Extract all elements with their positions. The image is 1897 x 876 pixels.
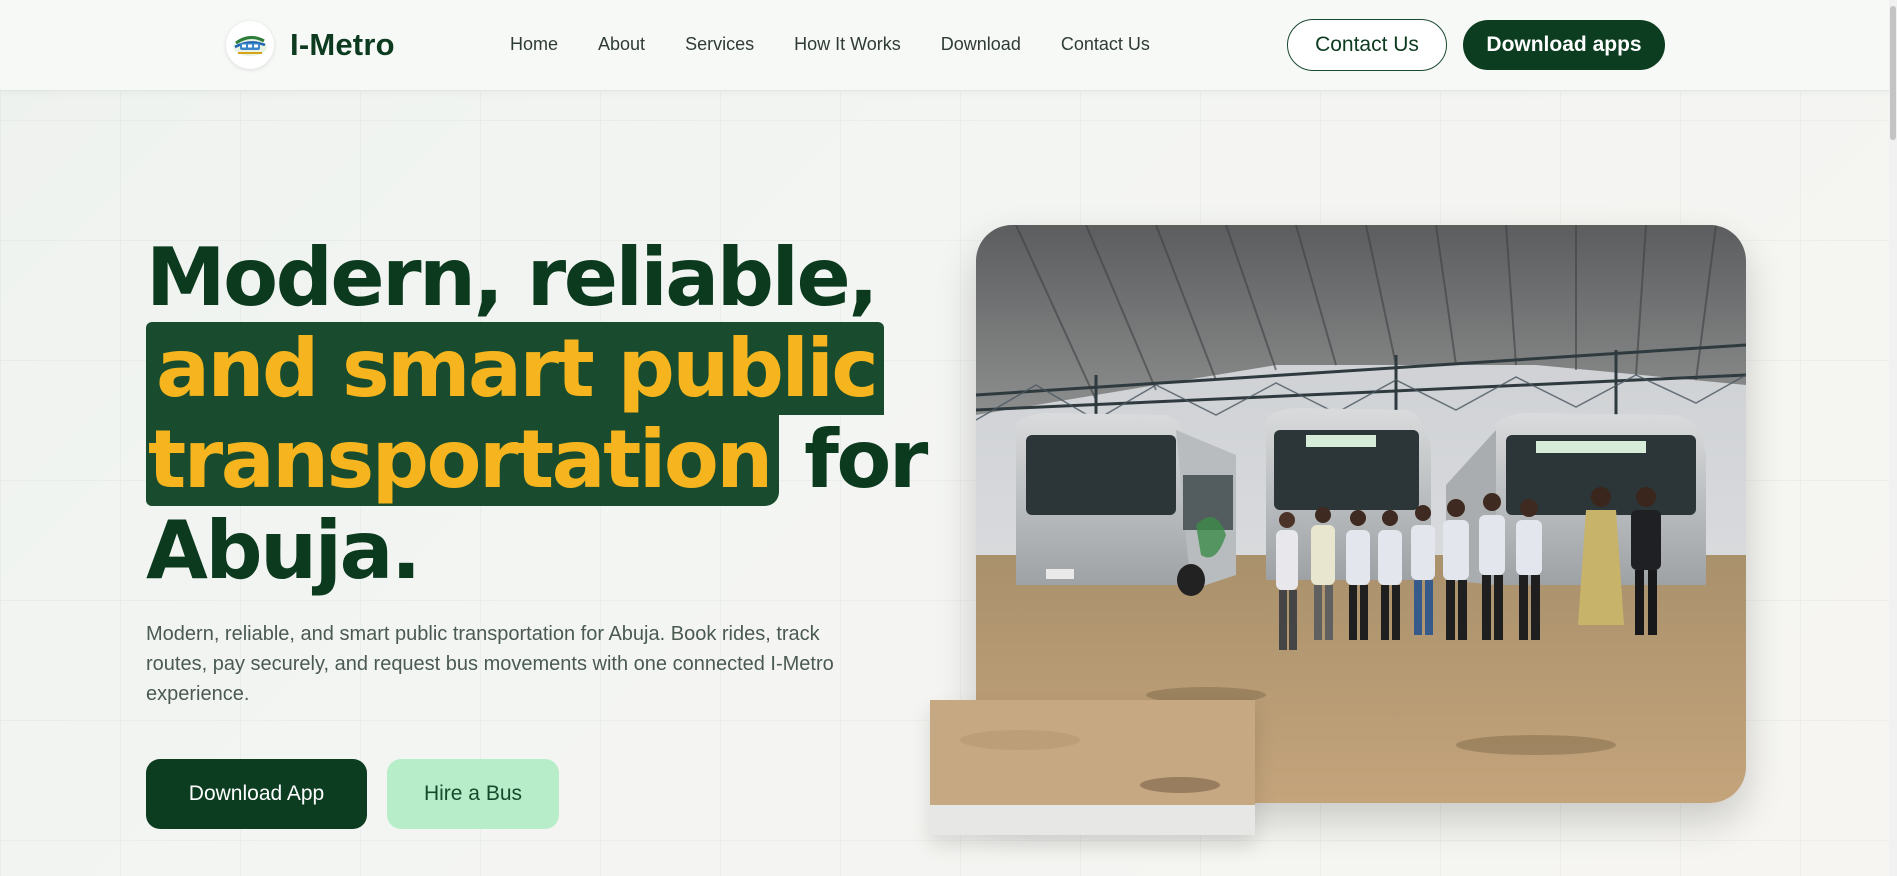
hero-title: Modern, reliable, and smart public trans…: [146, 231, 928, 597]
hero-description: Modern, reliable, and smart public trans…: [146, 623, 834, 705]
site-header: I-Metro Home About Services How It Works…: [0, 0, 1897, 91]
header-download-apps-button[interactable]: Download apps: [1463, 20, 1665, 70]
download-app-button[interactable]: Download App: [146, 759, 367, 829]
hire-a-bus-button[interactable]: Hire a Bus: [387, 759, 559, 829]
scrollbar-thumb[interactable]: [1890, 6, 1896, 140]
hero-title-highlight-1: and smart public: [146, 322, 885, 415]
nav-how-it-works[interactable]: How It Works: [794, 34, 901, 55]
main-nav: Home About Services How It Works Downloa…: [510, 34, 1190, 55]
photo-ground-overlay: [930, 700, 1255, 835]
nav-download[interactable]: Download: [941, 34, 1021, 55]
nav-home[interactable]: Home: [510, 34, 558, 55]
i-metro-bus-logo-icon: [226, 21, 274, 69]
brand-name: I-Metro: [290, 27, 395, 62]
hero-title-line1: Modern, reliable,: [146, 231, 879, 324]
nav-contact-us[interactable]: Contact Us: [1061, 34, 1150, 55]
hero-title-line4: Abuja.: [146, 504, 421, 597]
header-contact-button[interactable]: Contact Us: [1287, 19, 1447, 71]
brand-logo-link[interactable]: I-Metro: [226, 21, 395, 69]
page-scrollbar[interactable]: [1889, 0, 1897, 876]
page: I-Metro Home About Services How It Works…: [0, 0, 1897, 876]
nav-about[interactable]: About: [598, 34, 645, 55]
nav-services[interactable]: Services: [685, 34, 754, 55]
hero-title-highlight-2: transportation: [146, 413, 779, 506]
hero-title-for: for: [778, 413, 928, 506]
